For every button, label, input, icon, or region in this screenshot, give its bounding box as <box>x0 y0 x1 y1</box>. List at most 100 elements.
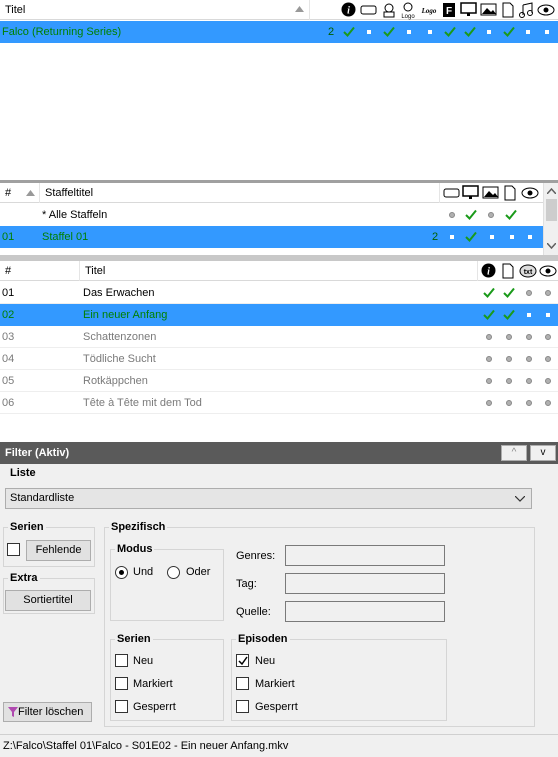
episoden-neu-checkbox[interactable] <box>236 654 249 667</box>
episoden-status-group-label: Episoden <box>236 633 290 645</box>
empty-marker-icon <box>449 212 455 218</box>
episode-row[interactable]: 02 Ein neuer Anfang <box>0 304 558 326</box>
filter-collapse-up-button[interactable]: ^ <box>501 445 527 461</box>
logo-column-icon: Logo <box>418 2 440 18</box>
empty-marker-icon <box>526 290 532 296</box>
filter-collapse-down-button[interactable]: v <box>530 445 556 461</box>
series-title-column-header[interactable]: Titel <box>0 0 310 20</box>
empty-marker-icon <box>545 290 551 296</box>
check-icon <box>444 26 456 37</box>
season-episode-count: 2 <box>432 231 439 243</box>
episode-number: 01 <box>2 287 15 299</box>
svg-text:Logo: Logo <box>421 7 437 15</box>
episode-row[interactable]: 01 Das Erwachen <box>0 282 558 304</box>
liste-select-value: Standardliste <box>10 492 75 504</box>
empty-marker-icon <box>526 30 530 34</box>
episode-row[interactable]: 03 Schattenzonen <box>0 326 558 348</box>
series-pane: Titel i Logo Logo F Falco (Returning Ser… <box>0 0 558 180</box>
empty-marker-icon <box>428 30 432 34</box>
empty-marker-icon <box>450 235 454 239</box>
serien-gesperrt-checkbox[interactable] <box>115 700 128 713</box>
tag-field[interactable] <box>285 573 445 594</box>
check-icon <box>343 26 355 37</box>
episode-title-column-header[interactable]: Titel <box>80 261 478 281</box>
monitor-column-icon <box>462 185 479 201</box>
series-row[interactable]: Falco (Returning Series) 2 <box>0 21 558 43</box>
checkmark-icon <box>238 656 248 666</box>
season-row[interactable]: * Alle Staffeln <box>0 204 543 226</box>
serien-neu-checkbox[interactable] <box>115 654 128 667</box>
episode-row[interactable]: 04 Tödliche Sucht <box>0 348 558 370</box>
empty-marker-icon <box>526 334 532 340</box>
tag-label: Tag: <box>236 578 257 590</box>
eye-column-icon <box>521 185 539 201</box>
status-bar: Z:\Falco\Staffel 01\Falco - S01E02 - Ein… <box>0 734 558 756</box>
svg-text:i: i <box>347 6 350 17</box>
filter-title: Filter (Aktiv) <box>5 447 70 459</box>
chevron-up-icon[interactable] <box>547 188 556 194</box>
series-episode-count: 2 <box>328 26 335 38</box>
und-radio[interactable] <box>115 566 128 579</box>
chevron-down-icon <box>515 496 525 502</box>
season-row[interactable]: 01 Staffel 01 2 <box>0 226 543 248</box>
season-number-column-header[interactable]: # <box>0 183 40 203</box>
chevron-down-icon[interactable] <box>547 243 556 249</box>
subtitle-column-icon: txt <box>519 263 537 279</box>
svg-text:txt: txt <box>524 269 533 276</box>
extra-group-label: Extra <box>8 572 40 584</box>
empty-marker-icon <box>545 400 551 406</box>
episoden-gesperrt-label: Gesperrt <box>255 701 298 713</box>
check-icon <box>483 309 495 320</box>
empty-marker-icon <box>545 378 551 384</box>
check-icon <box>503 309 515 320</box>
serien-neu-label: Neu <box>133 655 154 667</box>
empty-marker-icon <box>527 313 531 317</box>
genres-field[interactable] <box>285 545 445 566</box>
music-column-icon <box>518 2 534 18</box>
fehlende-checkbox[interactable] <box>7 543 20 556</box>
season-title-column-header[interactable]: Staffeltitel <box>40 183 440 203</box>
episoden-gesperrt-checkbox[interactable] <box>236 700 249 713</box>
empty-marker-icon <box>506 356 512 362</box>
sortiertitel-button[interactable]: Sortiertitel <box>5 590 91 611</box>
serien-group-label: Serien <box>8 521 46 533</box>
empty-marker-icon <box>506 334 512 340</box>
check-icon <box>465 231 477 242</box>
svg-text:F: F <box>446 6 452 17</box>
svg-text:Logo: Logo <box>401 14 415 20</box>
empty-marker-icon <box>545 30 549 34</box>
sort-ascending-icon <box>26 190 35 196</box>
fehlende-button[interactable]: Fehlende <box>26 540 91 561</box>
check-icon <box>505 209 517 220</box>
liste-select[interactable]: Standardliste <box>5 488 532 509</box>
episode-row[interactable]: 05 Rotkäppchen <box>0 370 558 392</box>
empty-marker-icon <box>545 334 551 340</box>
episode-title: Rotkäppchen <box>83 375 148 387</box>
check-icon <box>465 209 477 220</box>
empty-marker-icon <box>407 30 411 34</box>
file-column-icon <box>501 2 517 18</box>
empty-marker-icon <box>488 212 494 218</box>
empty-marker-icon <box>486 356 492 362</box>
empty-marker-icon <box>546 313 550 317</box>
empty-marker-icon <box>528 235 532 239</box>
season-scrollbar[interactable] <box>543 183 558 255</box>
file-column-icon <box>501 263 517 279</box>
oder-radio[interactable] <box>167 566 180 579</box>
radio-selected-dot <box>119 570 124 575</box>
quelle-field[interactable] <box>285 601 445 622</box>
empty-marker-icon <box>510 235 514 239</box>
episode-title: Tödliche Sucht <box>83 353 156 365</box>
episode-number: 04 <box>2 353 15 365</box>
episoden-markiert-checkbox[interactable] <box>236 677 249 690</box>
episode-row[interactable]: 06 Tête à Tête mit dem Tod <box>0 392 558 414</box>
disc-column-icon <box>360 2 377 18</box>
serien-markiert-checkbox[interactable] <box>115 677 128 690</box>
episode-number-column-header[interactable]: # <box>0 261 80 281</box>
filter-clear-button[interactable]: Filter löschen <box>3 702 92 722</box>
scrollbar-thumb[interactable] <box>546 199 557 221</box>
series-header: Titel i Logo Logo F <box>0 0 558 20</box>
person-column-icon <box>381 2 397 18</box>
empty-marker-icon <box>506 378 512 384</box>
sort-ascending-icon <box>295 6 304 12</box>
